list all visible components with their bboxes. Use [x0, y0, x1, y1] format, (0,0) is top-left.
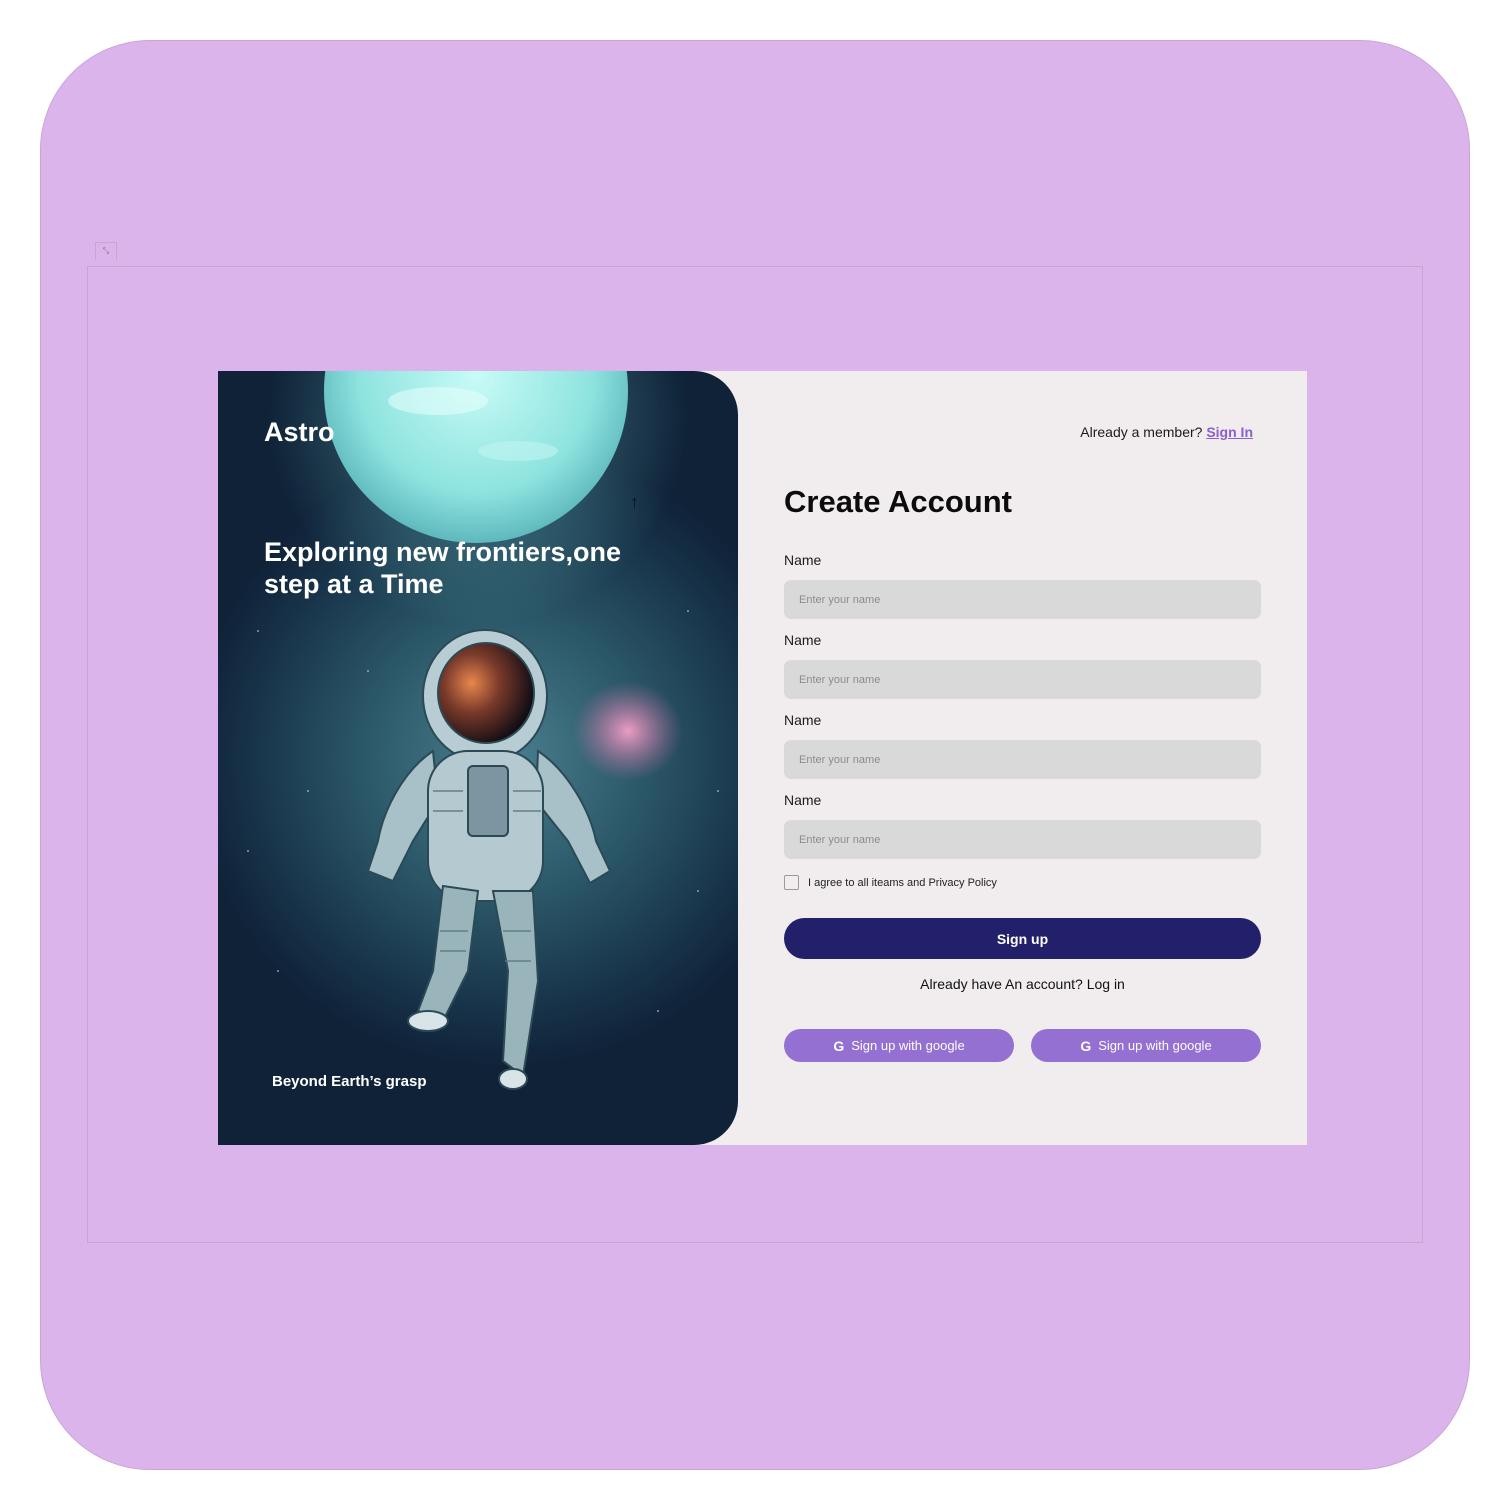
hero-tagline: Exploring new frontiers,one step at a Ti… — [264, 537, 622, 599]
agree-text: I agree to all iteams and Privacy Policy — [808, 876, 997, 889]
name-input-1[interactable] — [784, 580, 1261, 619]
google-icon: G — [1080, 1037, 1092, 1054]
artboard-tag: ⤡ — [95, 242, 117, 260]
hero-panel: Astro Exploring new frontiers,one step a… — [218, 371, 738, 1145]
hero-caption: Beyond Earth’s grasp — [272, 1073, 427, 1090]
page-title: Create Account — [784, 484, 1012, 519]
google-signup-button-1[interactable]: G Sign up with google — [784, 1029, 1014, 1062]
brand-logo: Astro — [264, 417, 335, 447]
google-button-label: Sign up with google — [851, 1038, 965, 1053]
agree-row: I agree to all iteams and Privacy Policy — [784, 875, 997, 890]
log-in-link[interactable]: Already have An account? Log in — [784, 976, 1261, 992]
name-label-4: Name — [784, 792, 822, 808]
sign-in-link[interactable]: Sign In — [1206, 424, 1253, 440]
sign-up-button[interactable]: Sign up — [784, 918, 1261, 959]
agree-checkbox[interactable] — [784, 875, 799, 890]
already-member-text: Already a member? — [1080, 424, 1203, 440]
name-label-3: Name — [784, 712, 822, 728]
google-signup-button-2[interactable]: G Sign up with google — [1031, 1029, 1261, 1062]
signup-card: Astro Exploring new frontiers,one step a… — [218, 371, 1307, 1145]
astronaut-illustration — [247, 371, 719, 1090]
name-input-3[interactable] — [784, 740, 1261, 779]
google-icon: G — [833, 1037, 845, 1054]
already-member-line: Already a member? Sign In — [1080, 424, 1253, 440]
name-label-2: Name — [784, 632, 822, 648]
name-input-4[interactable] — [784, 820, 1261, 859]
arrow-up-icon: ↑ — [630, 492, 639, 512]
name-input-2[interactable] — [784, 660, 1261, 699]
name-label-1: Name — [784, 552, 822, 568]
google-button-label: Sign up with google — [1098, 1038, 1212, 1053]
